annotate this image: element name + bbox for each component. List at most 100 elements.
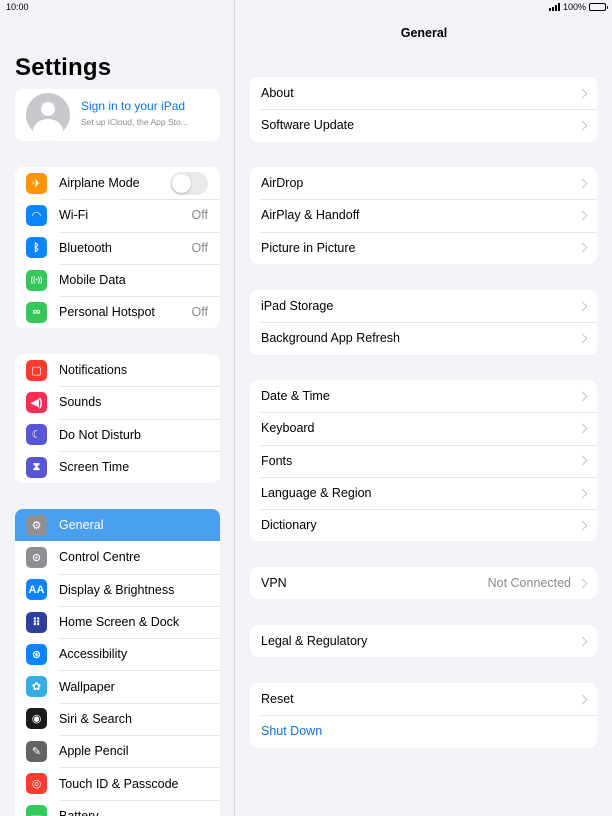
settings-row-shut-down[interactable]: Shut Down (250, 715, 597, 747)
settings-group: VPN Not Connected (250, 567, 597, 600)
general-pane: General About Software Update AirDrop AirPl… (236, 0, 612, 816)
settings-row-label: About (261, 86, 294, 101)
settings-row-label: Picture in Picture (261, 240, 356, 255)
sidebar-item-airplane-mode[interactable]: ✈ Airplane Mode (15, 167, 220, 199)
status-time: 10:00 (6, 2, 29, 12)
battery-percent: 100% (562, 2, 586, 12)
sidebar-item-screen-time[interactable]: ⧗ Screen Time (15, 450, 220, 483)
sidebar-item-battery[interactable]: ▬ Battery (15, 799, 220, 816)
sign-in-subtitle: Set up iCloud, the App Sto... (81, 117, 188, 127)
hotspot-icon: ∞ (26, 301, 47, 323)
settings-row-label: Date & Time (261, 389, 330, 404)
sidebar-item-wallpaper[interactable]: ✿ Wallpaper (15, 670, 220, 702)
sidebar-item-do-not-disturb[interactable]: ☾ Do Not Disturb (15, 418, 220, 451)
sign-in-link[interactable]: Sign in to your iPad (81, 99, 185, 113)
settings-row-ipad-storage[interactable]: iPad Storage (250, 290, 597, 322)
sidebar-item-label: Screen Time (59, 460, 130, 475)
chevron-right-icon (577, 333, 588, 344)
settings-row-label: iPad Storage (261, 299, 334, 314)
chevron-right-icon (577, 488, 588, 498)
sidebar-item-notifications[interactable]: ▢ Notifications (15, 354, 220, 386)
chevron-right-icon (577, 636, 588, 647)
sidebar-item-label: Do Not Disturb (59, 427, 141, 442)
sidebar-item-label: Home Screen & Dock (59, 615, 180, 630)
sidebar-item-sounds[interactable]: ◀) Sounds (15, 386, 220, 418)
sidebar-item-label: Airplane Mode (59, 176, 140, 191)
sidebar-item-label: Siri & Search (59, 711, 132, 726)
sidebar-item-home-screen-and-dock[interactable]: ⠿ Home Screen & Dock (15, 605, 220, 638)
sidebar-item-label: General (59, 518, 104, 533)
speaker-icon: ◀) (26, 391, 47, 413)
sidebar-item-label: Control Centre (59, 550, 141, 565)
sidebar-item-label: Personal Hotspot (59, 305, 155, 320)
toggles-icon: ⊙ (26, 546, 47, 568)
settings-row-picture-in-picture[interactable]: Picture in Picture (250, 231, 597, 264)
hourglass-icon: ⧗ (26, 456, 47, 478)
battery-icon: ▬ (26, 805, 47, 816)
settings-row-label: Dictionary (261, 518, 317, 533)
settings-group: AirDrop AirPlay & Handoff Picture in Pictu… (250, 167, 597, 264)
sidebar-item-label: Sounds (59, 395, 102, 410)
settings-row-label: Keyboard (261, 421, 315, 436)
chevron-right-icon (577, 301, 588, 312)
settings-row-value: Not Connected (487, 576, 571, 591)
settings-group: About Software Update (250, 77, 597, 142)
chevron-right-icon (577, 455, 588, 466)
sidebar-item-label: Mobile Data (59, 273, 126, 288)
bluetooth-icon: ᛒ (26, 237, 47, 259)
settings-row-software-update[interactable]: Software Update (250, 109, 597, 141)
settings-group: iPad Storage Background App Refresh (250, 290, 597, 355)
sidebar-item-bluetooth[interactable]: ᛒ Bluetooth Off (15, 231, 220, 264)
settings-row-date-and-time[interactable]: Date & Time (250, 380, 597, 412)
sidebar-item-touch-id-and-passcode[interactable]: ◎ Touch ID & Passcode (15, 767, 220, 799)
settings-row-label: Reset (261, 692, 294, 707)
battery-icon (589, 3, 608, 11)
sidebar-item-display-and-brightness[interactable]: AA Display & Brightness (15, 573, 220, 606)
sidebar-item-general[interactable]: ⚙ General (15, 509, 220, 542)
settings-row-vpn[interactable]: VPN Not Connected (250, 567, 597, 599)
sidebar-item-label: Wi-Fi (59, 208, 89, 223)
settings-row-about[interactable]: About (250, 77, 597, 109)
sidebar-item-personal-hotspot[interactable]: ∞ Personal Hotspot Off (15, 296, 220, 328)
settings-row-label: Software Update (261, 118, 355, 133)
settings-row-reset[interactable]: Reset (250, 683, 597, 715)
settings-row-language-and-region[interactable]: Language & Region (250, 476, 597, 509)
settings-row-label: AirDrop (261, 176, 304, 191)
sidebar-item-value: Off (191, 305, 208, 320)
settings-group: Legal & Regulatory (250, 625, 597, 658)
chevron-right-icon (577, 694, 588, 705)
settings-row-legal-and-regulatory[interactable]: Legal & Regulatory (250, 625, 597, 657)
chevron-right-icon (577, 520, 588, 531)
settings-row-keyboard[interactable]: Keyboard (250, 412, 597, 444)
sidebar-item-wi-fi[interactable]: ◠ Wi-Fi Off (15, 199, 220, 231)
sidebar-item-mobile-data[interactable]: ((•)) Mobile Data (15, 263, 220, 296)
sidebar-item-label: Accessibility (59, 647, 128, 662)
sidebar-item-siri-and-search[interactable]: ◉ Siri & Search (15, 702, 220, 735)
sidebar-item-value: Off (191, 240, 208, 255)
chevron-right-icon (577, 120, 588, 131)
settings-row-label: VPN (261, 576, 287, 591)
settings-row-background-app-refresh[interactable]: Background App Refresh (250, 322, 597, 354)
settings-row-airplay-and-handoff[interactable]: AirPlay & Handoff (250, 199, 597, 231)
settings-row-label: Legal & Regulatory (261, 634, 368, 649)
sidebar-item-value: Off (191, 208, 208, 223)
sidebar-group: ⚙ General ⊙ Control Centre AA Display & Brigh… (15, 509, 220, 816)
airplane-icon: ✈ (26, 172, 47, 194)
sidebar-group: ▢ Notifications ◀) Sounds ☾ Do Not Disturb ⧗ Sc… (15, 354, 220, 484)
signal-icon (548, 3, 560, 11)
settings-row-dictionary[interactable]: Dictionary (250, 509, 597, 541)
sidebar-item-label: Wallpaper (59, 679, 115, 694)
sidebar-item-control-centre[interactable]: ⊙ Control Centre (15, 541, 220, 573)
settings-row-label: AirPlay & Handoff (261, 208, 360, 223)
sidebar-item-accessibility[interactable]: ⊛ Accessibility (15, 638, 220, 670)
settings-row-airdrop[interactable]: AirDrop (250, 167, 597, 199)
notifications-icon: ▢ (26, 359, 47, 381)
settings-sidebar: Settings Sign in to your iPad Set up iCl… (0, 0, 235, 816)
chevron-right-icon (577, 178, 588, 189)
airplane-mode-toggle[interactable] (170, 171, 208, 195)
sidebar-item-label: Battery (59, 808, 99, 816)
sidebar-item-apple-pencil[interactable]: ✎ Apple Pencil (15, 735, 220, 767)
sidebar-group: ✈ Airplane Mode ◠ Wi-Fi Off ᛒ Bluetooth Off ((•)… (15, 167, 220, 329)
apple-id-card[interactable]: Sign in to your iPad Set up iCloud, the … (15, 89, 220, 141)
settings-row-fonts[interactable]: Fonts (250, 444, 597, 477)
